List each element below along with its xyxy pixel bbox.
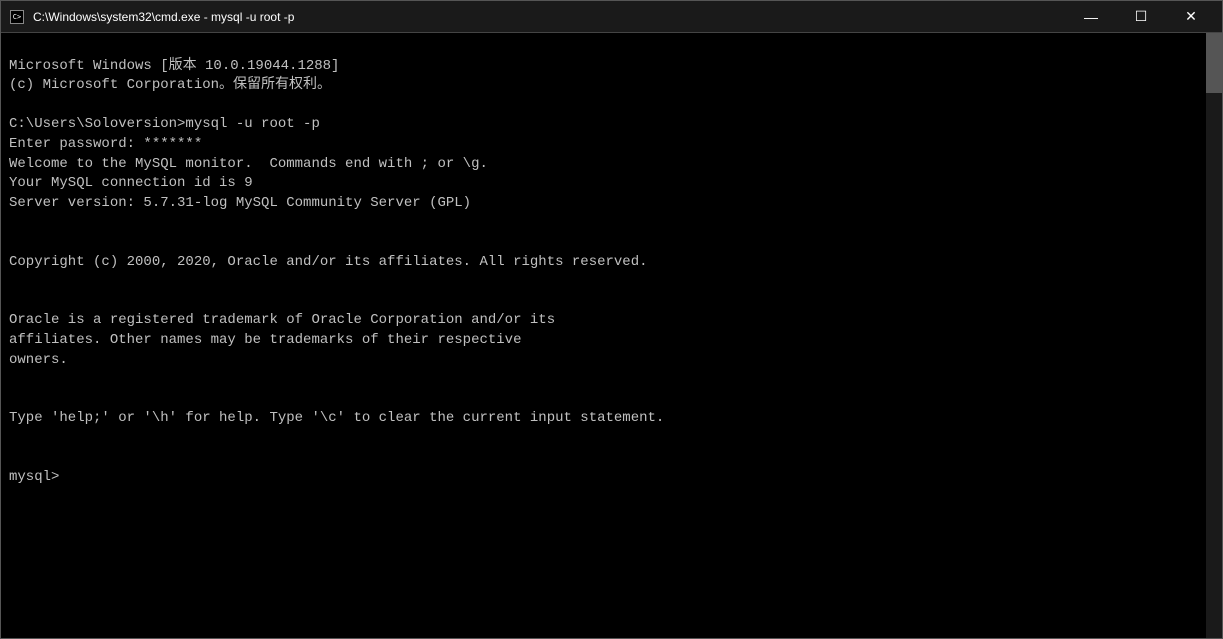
- scrollbar[interactable]: [1206, 33, 1222, 638]
- line-2: (c) Microsoft Corporation。保留所有权利。: [9, 77, 331, 93]
- line-6: Welcome to the MySQL monitor. Commands e…: [9, 156, 488, 172]
- line-4: C:\Users\Soloversion>mysql -u root -p: [9, 116, 320, 132]
- line-13: affiliates. Other names may be trademark…: [9, 332, 521, 348]
- cmd-window: C:\Windows\system32\cmd.exe - mysql -u r…: [0, 0, 1223, 639]
- title-bar: C:\Windows\system32\cmd.exe - mysql -u r…: [1, 1, 1222, 33]
- line-14: owners.: [9, 352, 68, 368]
- line-5: Enter password: *******: [9, 136, 202, 152]
- window-controls: — ☐ ✕: [1068, 3, 1214, 31]
- close-button[interactable]: ✕: [1168, 3, 1214, 31]
- line-12: Oracle is a registered trademark of Orac…: [9, 312, 555, 328]
- line-18: mysql>: [9, 469, 59, 485]
- line-1: Microsoft Windows [版本 10.0.19044.1288]: [9, 58, 339, 74]
- line-16: Type 'help;' or '\h' for help. Type '\c'…: [9, 410, 664, 426]
- line-8: Server version: 5.7.31-log MySQL Communi…: [9, 195, 471, 211]
- title-bar-left: C:\Windows\system32\cmd.exe - mysql -u r…: [9, 9, 294, 25]
- line-10: Copyright (c) 2000, 2020, Oracle and/or …: [9, 254, 648, 270]
- maximize-button[interactable]: ☐: [1118, 3, 1164, 31]
- line-7: Your MySQL connection id is 9: [9, 175, 253, 191]
- scrollbar-thumb[interactable]: [1206, 33, 1222, 93]
- window-title: C:\Windows\system32\cmd.exe - mysql -u r…: [33, 10, 294, 24]
- terminal-output: Microsoft Windows [版本 10.0.19044.1288] (…: [9, 37, 1214, 507]
- cmd-icon: [9, 9, 25, 25]
- terminal-body[interactable]: Microsoft Windows [版本 10.0.19044.1288] (…: [1, 33, 1222, 638]
- minimize-button[interactable]: —: [1068, 3, 1114, 31]
